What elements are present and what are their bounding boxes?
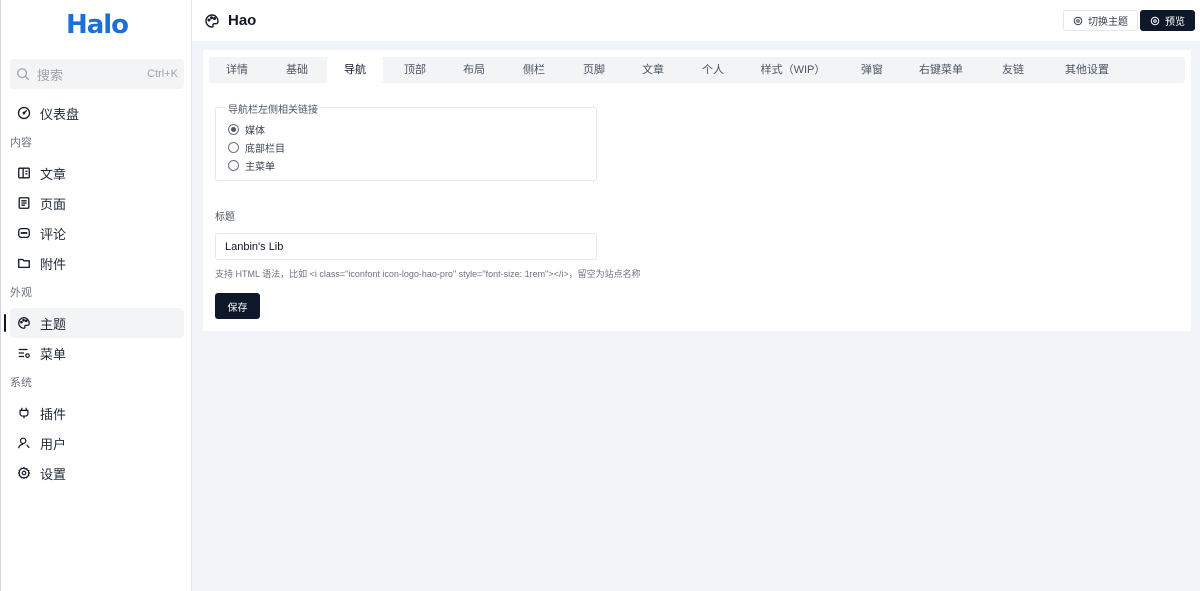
tab-personal[interactable]: 个人: [687, 57, 739, 83]
page-header: Hao 切换主题 预览: [192, 0, 1200, 41]
sidebar-item-plugins[interactable]: 插件: [10, 398, 184, 428]
app-root: Halo 搜索 Ctrl+K 仪表盘 内容 文章 页面 评论 附件 外观 主题 …: [0, 0, 1200, 591]
sidebar-item-label: 菜单: [40, 346, 67, 362]
pages-icon: [18, 197, 30, 209]
sidebar-nav: 仪表盘 内容 文章 页面 评论 附件 外观 主题 菜单 系统 插件 用户 设置: [1, 98, 193, 488]
radio-button[interactable]: [228, 159, 239, 171]
radio-label: 主菜单: [245, 161, 275, 173]
sidebar-item-comments[interactable]: 评论: [10, 218, 184, 248]
palette-icon: [205, 13, 219, 28]
radio-group-legend: 导航栏左侧相关链接: [225, 101, 321, 116]
search-box[interactable]: 搜索 Ctrl+K: [10, 59, 184, 89]
theme-settings-card: 详情 基础 导航 顶部 布局 侧栏 页脚 文章 个人 样式（WIP） 弹窗 右键…: [203, 50, 1191, 331]
eye-icon: [1150, 16, 1160, 25]
sidebar-item-label: 页面: [40, 196, 67, 212]
nav-links-radio-group: 导航栏左侧相关链接 媒体 底部栏目 主菜单: [215, 101, 597, 181]
title-help-text: 支持 HTML 语法，比如 <i class="iconfont icon-lo…: [215, 269, 641, 279]
sidebar: Halo 搜索 Ctrl+K 仪表盘 内容 文章 页面 评论 附件 外观 主题 …: [0, 0, 192, 591]
tab-style-wip[interactable]: 样式（WIP）: [746, 57, 840, 83]
folder-icon: [18, 258, 30, 269]
tab-details[interactable]: 详情: [211, 57, 263, 83]
tab-sidebar[interactable]: 侧栏: [508, 57, 560, 83]
sidebar-item-label: 评论: [40, 226, 67, 242]
sidebar-item-pages[interactable]: 页面: [10, 188, 184, 218]
tab-layout[interactable]: 布局: [448, 57, 500, 83]
sidebar-item-menus[interactable]: 菜单: [10, 338, 184, 368]
tab-navigation[interactable]: 导航: [327, 57, 383, 83]
tab-posts[interactable]: 文章: [627, 57, 679, 83]
switch-icon: [1073, 16, 1083, 25]
sidebar-item-users[interactable]: 用户: [10, 428, 184, 458]
save-button[interactable]: 保存: [215, 293, 260, 319]
radio-label: 媒体: [245, 125, 265, 137]
search-icon: [17, 68, 30, 81]
radio-option-media[interactable]: 媒体: [228, 121, 265, 137]
nav-group-system: 系统: [10, 377, 32, 389]
preview-button[interactable]: 预览: [1140, 10, 1195, 31]
tab-basic[interactable]: 基础: [271, 57, 323, 83]
palette-icon: [18, 317, 30, 329]
search-placeholder: 搜索: [37, 67, 64, 83]
switch-theme-button[interactable]: 切换主题: [1063, 10, 1138, 31]
gear-icon: [17, 466, 31, 480]
tab-popup[interactable]: 弹窗: [846, 57, 898, 83]
search-shortcut: Ctrl+K: [147, 68, 178, 80]
sidebar-item-themes[interactable]: 主题: [4, 308, 184, 338]
sidebar-item-label: 用户: [40, 436, 67, 452]
switch-theme-label: 切换主题: [1088, 17, 1128, 28]
preview-label: 预览: [1165, 17, 1185, 28]
menu-settings-icon: [18, 348, 30, 358]
main-area: Hao 切换主题 预览 详情 基础 导航 顶部 布局 侧栏 页脚 文章 个人 样…: [192, 0, 1200, 591]
tab-top[interactable]: 顶部: [389, 57, 441, 83]
sidebar-item-label: 仪表盘: [40, 106, 80, 122]
posts-icon: [18, 167, 30, 179]
nav-group-appearance: 外观: [10, 287, 32, 299]
radio-button[interactable]: [228, 141, 239, 153]
sidebar-item-label: 附件: [40, 256, 67, 272]
title-input[interactable]: [215, 233, 597, 260]
sidebar-item-label: 插件: [40, 406, 67, 422]
sidebar-item-settings[interactable]: 设置: [10, 458, 184, 488]
sidebar-item-posts[interactable]: 文章: [10, 158, 184, 188]
tab-context-menu[interactable]: 右键菜单: [905, 57, 977, 83]
tab-other-settings[interactable]: 其他设置: [1047, 57, 1127, 83]
halo-logo[interactable]: Halo: [1, 10, 193, 40]
sidebar-item-label: 设置: [40, 466, 67, 482]
plug-icon: [19, 407, 29, 419]
nav-group-content: 内容: [10, 137, 32, 149]
tab-footer[interactable]: 页脚: [568, 57, 620, 83]
tab-friend-links[interactable]: 友链: [987, 57, 1039, 83]
radio-option-footer-columns[interactable]: 底部栏目: [228, 139, 285, 155]
radio-option-main-menu[interactable]: 主菜单: [228, 157, 275, 173]
title-field-label: 标题: [215, 212, 235, 223]
comments-icon: [18, 227, 30, 239]
sidebar-item-dashboard[interactable]: 仪表盘: [10, 98, 184, 128]
radio-label: 底部栏目: [245, 143, 285, 155]
sidebar-item-label: 主题: [40, 316, 67, 332]
radio-button[interactable]: [228, 123, 239, 135]
page-title: Hao: [228, 12, 257, 29]
settings-tabs: 详情 基础 导航 顶部 布局 侧栏 页脚 文章 个人 样式（WIP） 弹窗 右键…: [209, 57, 1185, 83]
user-icon: [18, 437, 30, 449]
sidebar-item-label: 文章: [40, 166, 67, 182]
dashboard-icon: [17, 106, 31, 120]
sidebar-item-attachments[interactable]: 附件: [10, 248, 184, 278]
